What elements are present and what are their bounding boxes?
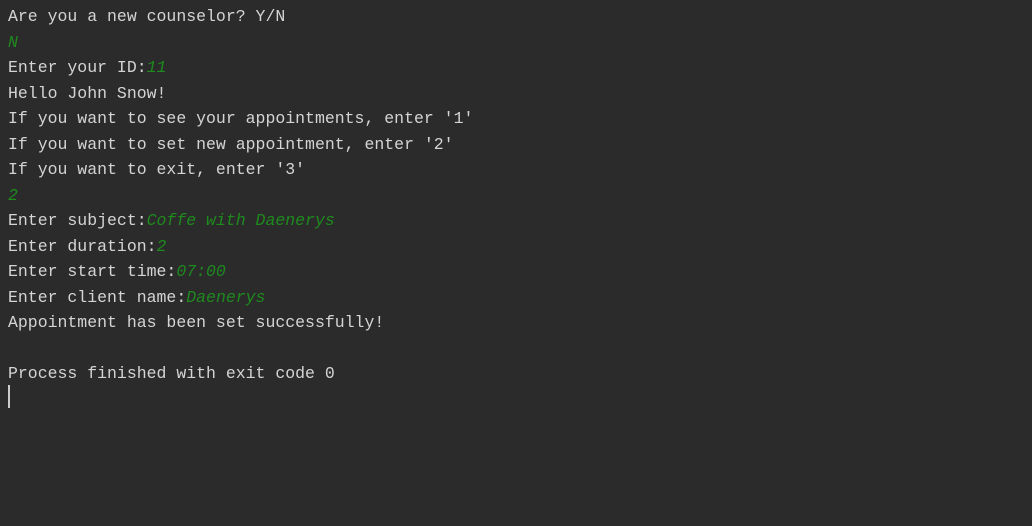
console-line: Appointment has been set successfully! [8,310,1032,336]
console-line: Enter client name:Daenerys [8,285,1032,311]
console-line: Process finished with exit code 0 [8,361,1032,387]
console-line: Are you a new counselor? Y/N [8,4,1032,30]
user-input: 2 [8,185,18,205]
user-input: 07:00 [176,262,226,281]
console-line: Hello John Snow! [8,81,1032,107]
output-text: If you want to exit, enter '3' [8,160,306,179]
output-text: Enter your ID: [8,58,147,77]
console-line: N [8,30,1032,56]
console-line: 2 [8,183,1032,209]
output-text: Hello John Snow! [8,83,167,103]
console-line: Enter start time:07:00 [8,259,1032,285]
output-text: If you want to set new appointment, ente… [8,134,454,154]
output-text: Enter client name: [8,287,187,307]
console-line: Enter duration:2 [8,234,1032,260]
user-input: Daenerys [186,287,266,307]
console-output[interactable]: Are you a new counselor? Y/N N Enter you… [0,0,1032,526]
console-line: If you want to set new appointment, ente… [8,132,1032,158]
console-line: If you want to see your appointments, en… [8,106,1032,132]
output-text: Appointment has been set successfully! [8,313,385,332]
output-text: Enter start time: [8,262,177,281]
user-input: 11 [146,58,167,77]
output-text: Are you a new counselor? Y/N [8,7,286,26]
user-input: N [8,32,18,52]
console-line: Enter subject:Coffe with Daenerys [8,208,1032,234]
user-input: Coffe with Daenerys [146,211,335,230]
user-input: 2 [156,236,167,256]
output-text: Process finished with exit code 0 [8,364,335,383]
text-cursor [8,385,10,408]
output-text: If you want to see your appointments, en… [8,109,474,128]
output-text: Enter subject: [8,211,147,230]
output-text: Enter duration: [8,236,157,256]
console-line: If you want to exit, enter '3' [8,157,1032,183]
console-line: Enter your ID:11 [8,55,1032,81]
